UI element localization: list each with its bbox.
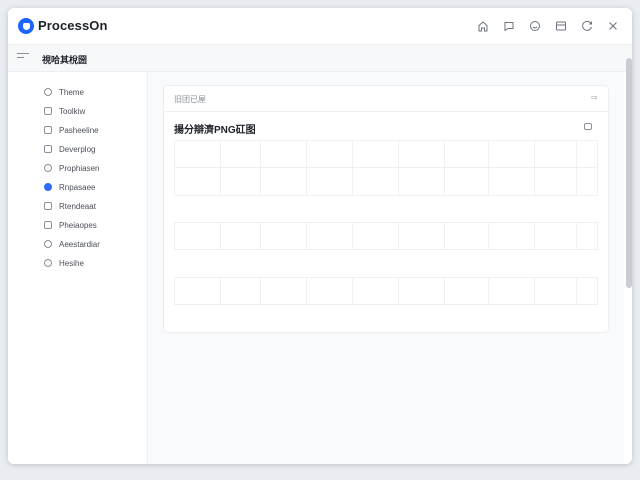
sidebar-item-label: Toolkiw: [59, 106, 86, 116]
image-grid-bottom: [174, 277, 598, 305]
image-grid-top: [174, 140, 598, 196]
app-title: ProcessOn: [38, 18, 108, 33]
scrollbar-thumb[interactable]: [626, 58, 632, 288]
help-icon: [44, 259, 52, 267]
sidebar-item-help[interactable]: Hesihe: [44, 255, 84, 271]
pipeline-icon: [44, 126, 52, 134]
card-header: 旧团已屋 ⇨: [164, 86, 608, 112]
page-header: 視哈其梲圀: [8, 44, 632, 72]
sidebar: Theme Toolkiw Pasheeline Deverplog Proph…: [8, 72, 148, 464]
sidebar-item-calendar[interactable]: Aeestardiar: [44, 236, 100, 252]
sidebar-item-phone[interactable]: Pheiaopes: [44, 217, 97, 233]
sidebar-item-label: Aeestardiar: [59, 239, 100, 249]
sidebar-item-toolkit[interactable]: Toolkiw: [44, 103, 85, 119]
app-logo: [18, 18, 34, 34]
developer-icon: [44, 145, 52, 153]
main-content: 旧团已屋 ⇨ 揚分辯濟PNG矼图: [148, 72, 624, 464]
sidebar-item-theme[interactable]: Theme: [44, 84, 84, 100]
scrollbar[interactable]: [626, 58, 632, 288]
sidebar-item-resource[interactable]: Rnpasaee: [44, 179, 95, 195]
app-window: ProcessOn 視哈其梲圀 Theme Toolkiw Pasheeline…: [8, 8, 632, 464]
resource-icon: [44, 183, 52, 191]
sidebar-item-label: Pasheeline: [59, 125, 99, 135]
sidebar-item-label: Theme: [59, 87, 84, 97]
sidebar-item-label: Hesihe: [59, 258, 84, 268]
sidebar-item-label: Deverplog: [59, 144, 96, 154]
sidebar-item-label: Rnpasaee: [59, 182, 96, 192]
profile-icon: [44, 164, 52, 172]
card-title: 揚分辯濟PNG矼图: [174, 125, 256, 136]
content-card: 旧团已屋 ⇨ 揚分辯濟PNG矼图: [163, 85, 609, 333]
attendance-icon: [44, 202, 52, 210]
sidebar-item-pipeline[interactable]: Pasheeline: [44, 122, 99, 138]
sidebar-item-label: Prophiasen: [59, 163, 100, 173]
menu-toggle-icon[interactable]: [17, 53, 29, 63]
title-bar: ProcessOn: [8, 8, 632, 44]
page-title: 視哈其梲圀: [42, 55, 88, 65]
home-icon[interactable]: [474, 17, 492, 35]
calendar-icon: [44, 240, 52, 248]
expand-icon[interactable]: ⇨: [591, 93, 598, 102]
phone-icon: [44, 221, 52, 229]
refresh-icon[interactable]: [578, 17, 596, 35]
titlebar-actions: [474, 17, 622, 35]
sidebar-item-profile[interactable]: Prophiasen: [44, 160, 99, 176]
chat-icon[interactable]: [500, 17, 518, 35]
close-icon[interactable]: [604, 17, 622, 35]
sidebar-item-developer[interactable]: Deverplog: [44, 141, 95, 157]
card-header-label: 旧团已屋: [174, 95, 206, 104]
toolkit-icon: [44, 107, 52, 115]
smile-icon[interactable]: [526, 17, 544, 35]
window-icon[interactable]: [552, 17, 570, 35]
sidebar-item-label: Pheiaopes: [59, 220, 97, 230]
sidebar-item-label: Rtendeaat: [59, 201, 96, 211]
copy-icon[interactable]: [584, 123, 592, 130]
palette-icon: [44, 88, 52, 96]
sidebar-item-attendance[interactable]: Rtendeaat: [44, 198, 96, 214]
image-grid-middle: [174, 222, 598, 250]
